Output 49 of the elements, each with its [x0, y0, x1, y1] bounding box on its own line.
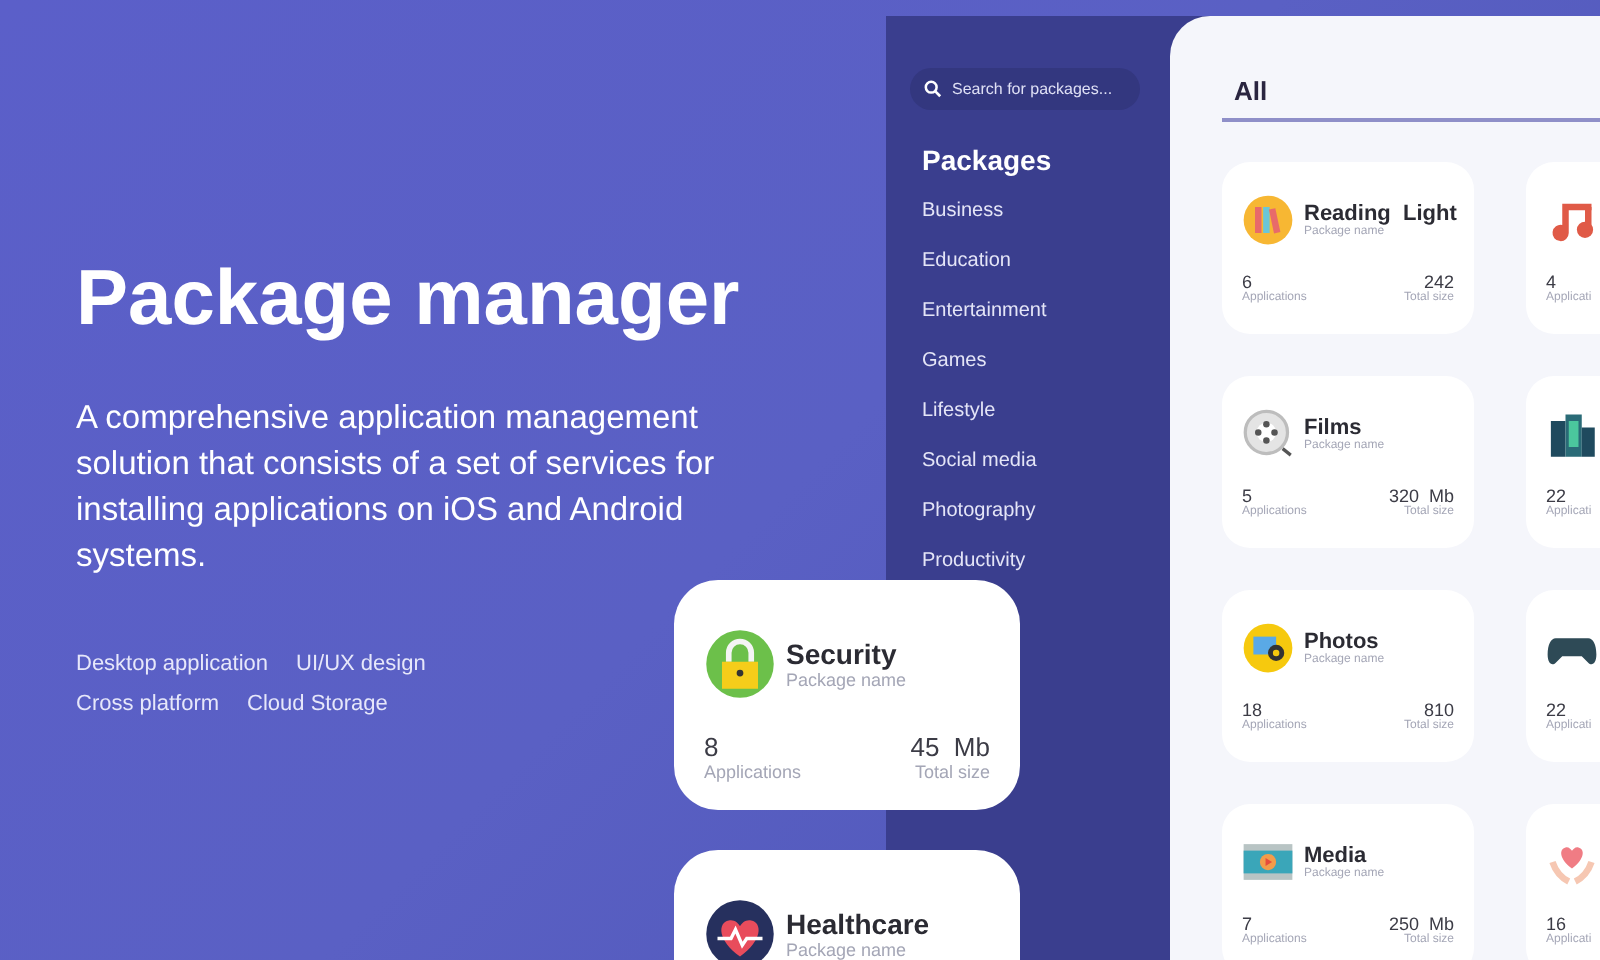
sidebar-item[interactable]: Games — [922, 350, 1170, 400]
package-title: Media — [1304, 844, 1369, 868]
package-card[interactable]: Healthcare Package name — [674, 850, 1020, 960]
search-input[interactable]: Search for packages... — [952, 80, 1140, 98]
hero-title: Package manager — [76, 256, 742, 344]
padlock-icon — [704, 628, 776, 700]
package-title: Security — [786, 638, 899, 670]
hero-description: A comprehensive application management solution that consists of a set of services for installing applications on iOS and Android systems. — [76, 398, 717, 578]
total-size-value: 242 — [1423, 272, 1454, 292]
total-size-value: 250 Mb — [1388, 914, 1454, 934]
sidebar-item[interactable]: Education — [922, 250, 1170, 300]
sidebar-item[interactable]: Social media — [922, 450, 1170, 500]
search-field[interactable]: Search for packages... — [910, 68, 1140, 110]
application-count: 16 — [1546, 914, 1567, 934]
applications-label: Applications — [704, 762, 802, 782]
feature-tag: Cross platform — [76, 692, 220, 716]
application-count: 22 — [1546, 700, 1567, 720]
application-count: 8 — [704, 732, 719, 762]
total-size-value: 320 Mb — [1388, 486, 1454, 506]
all-tab[interactable]: All — [1222, 76, 1600, 122]
package-title: Films — [1304, 416, 1364, 440]
feature-tag: UI/UX design — [296, 652, 426, 676]
package-title: Healthcare — [786, 908, 930, 940]
package-title: Photos — [1304, 630, 1381, 654]
sidebar-heading: Packages — [922, 144, 1054, 176]
feature-tag: Cloud Storage — [247, 692, 388, 716]
total-size-label: Total size — [914, 762, 990, 782]
search-icon — [924, 80, 942, 98]
application-count: 18 — [1242, 700, 1263, 720]
application-count: 6 — [1242, 272, 1253, 292]
heart-pulse-icon — [704, 898, 776, 960]
sidebar-item[interactable]: Lifestyle — [922, 400, 1170, 450]
feature-tag: Desktop application — [76, 652, 269, 676]
books-icon — [1242, 194, 1294, 246]
application-count: 7 — [1242, 914, 1253, 934]
sidebar-item[interactable]: Business — [922, 200, 1170, 250]
package-subtitle: Package name — [786, 940, 909, 960]
application-count: 5 — [1242, 486, 1253, 506]
sidebar-item[interactable]: Photography — [922, 500, 1170, 550]
photo-icon — [1242, 622, 1294, 674]
total-size-value: 45 Mb — [910, 732, 990, 762]
application-count: 22 — [1546, 486, 1567, 506]
total-size-value: 810 — [1423, 700, 1454, 720]
package-card[interactable]: Security Package name 8 Applications 45 Mb Total size — [674, 580, 1020, 810]
package-subtitle: Package name — [786, 670, 907, 690]
sidebar-item[interactable]: Entertainment — [922, 300, 1170, 350]
application-count: 4 — [1546, 272, 1557, 292]
package-title: Reading Light — [1304, 202, 1457, 226]
film-reel-icon — [1242, 408, 1294, 460]
